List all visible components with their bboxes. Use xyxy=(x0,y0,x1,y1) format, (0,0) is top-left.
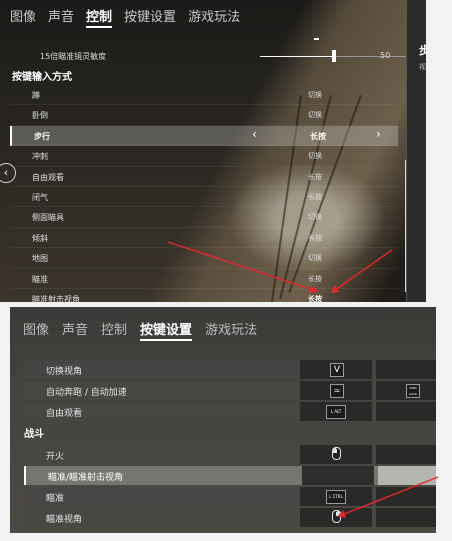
setting-label: 瞄准 xyxy=(32,274,48,284)
setting-label: 冲刺 xyxy=(32,152,48,162)
tab-keybindings[interactable]: 按键设置 xyxy=(140,319,193,341)
setting-label: 地图 xyxy=(32,254,48,264)
slider-value: 50 xyxy=(380,51,391,60)
setting-row-ads-view[interactable]: 瞄准射击视角 长按 xyxy=(10,289,398,302)
chevron-left-icon[interactable]: ‹ xyxy=(252,127,257,141)
secondary-key-slot[interactable] xyxy=(376,360,436,379)
tab-graphics[interactable]: 图像 xyxy=(23,319,49,341)
primary-key-slot[interactable] xyxy=(300,445,372,464)
keybind-row-auto-run[interactable]: 自动奔跑 / 自动加速 = NUM LOCK xyxy=(24,381,436,400)
setting-value[interactable]: 长按 xyxy=(310,131,326,142)
keybind-row-fire[interactable]: 开火 xyxy=(24,445,436,464)
secondary-key-slot[interactable]: NUM LOCK xyxy=(376,381,436,400)
tab-control[interactable]: 控制 xyxy=(101,319,127,341)
slider-label: 15倍瞄准镜灵敏度 xyxy=(40,52,107,61)
keybind-label: 开火 xyxy=(46,452,65,462)
secondary-key-slot[interactable] xyxy=(376,487,436,506)
keybind-label: 瞄准视角 xyxy=(46,515,83,525)
setting-row-crouch[interactable]: 蹲 切换 xyxy=(10,85,398,106)
setting-value[interactable]: 长按 xyxy=(308,274,322,284)
setting-label: 蹲 xyxy=(32,91,40,100)
secondary-key-slot[interactable] xyxy=(376,402,436,421)
key-cap: L ALT xyxy=(326,405,346,419)
setting-value[interactable]: 切换 xyxy=(308,212,322,222)
chevron-right-icon[interactable]: › xyxy=(376,127,381,141)
slider-marker xyxy=(314,38,319,40)
setting-value[interactable]: 切换 xyxy=(308,110,322,120)
primary-key-slot[interactable]: L CTRL xyxy=(300,487,372,506)
primary-key-slot[interactable] xyxy=(300,508,372,527)
setting-row-free-look[interactable]: 自由观看 长按 xyxy=(10,167,398,187)
key-cap: V xyxy=(330,363,344,377)
primary-key-slot[interactable]: L ALT xyxy=(300,402,372,421)
slider-fill xyxy=(260,56,334,57)
keybind-label: 自由观看 xyxy=(46,409,83,419)
setting-value[interactable]: 长按 xyxy=(308,172,322,182)
setting-value[interactable]: 长按 xyxy=(308,233,322,243)
secondary-key-slot[interactable] xyxy=(378,466,436,485)
keybind-row-aim-ads[interactable]: 瞄准/瞄准射击视角 xyxy=(24,466,436,485)
setting-value[interactable]: 切换 xyxy=(308,151,322,161)
setting-value[interactable]: 长按 xyxy=(308,192,322,202)
keybind-label: 自动奔跑 / 自动加速 xyxy=(46,388,127,398)
tab-audio[interactable]: 声音 xyxy=(48,6,74,28)
keybind-row-switch-view[interactable]: 切换视角 V xyxy=(24,360,436,379)
setting-row-walk[interactable]: 步行 ‹ 长按 › xyxy=(10,125,398,147)
keybind-row-free-look[interactable]: 自由观看 L ALT xyxy=(24,402,436,421)
setting-value[interactable]: 长按 xyxy=(308,294,322,302)
setting-label: 闭气 xyxy=(32,192,48,202)
keybind-label: 切换视角 xyxy=(46,367,83,377)
section-title-input-mode: 按键输入方式 xyxy=(12,72,72,83)
description-panel: 步 视 xyxy=(406,0,426,302)
description-text: 视 xyxy=(419,63,426,71)
setting-label: 自由观看 xyxy=(32,172,64,182)
secondary-key-slot[interactable] xyxy=(376,445,436,464)
primary-key-slot[interactable]: = xyxy=(300,381,372,400)
mouse-left-icon xyxy=(332,447,341,460)
scope-sensitivity-slider-row: 15倍瞄准镜灵敏度 50 xyxy=(40,49,408,63)
tab-control[interactable]: 控制 xyxy=(86,6,113,28)
setting-value[interactable]: 切换 xyxy=(308,253,322,263)
secondary-key-slot[interactable] xyxy=(376,508,436,527)
tab-gameplay[interactable]: 游戏玩法 xyxy=(188,6,240,28)
primary-key-slot[interactable]: V xyxy=(300,360,372,379)
setting-label: 侧面瞄具 xyxy=(32,213,64,223)
key-cap: L CTRL xyxy=(326,490,346,504)
setting-row-side-sight[interactable]: 侧面瞄具 切换 xyxy=(10,207,398,228)
tab-keybindings[interactable]: 按键设置 xyxy=(124,6,176,28)
keybinding-settings-panel: 图像 声音 控制 按键设置 游戏玩法 切换视角 V 自动奔跑 / 自动加速 = … xyxy=(10,307,436,533)
primary-key-slot[interactable] xyxy=(302,466,374,485)
slider-handle[interactable] xyxy=(332,50,336,62)
setting-label: 瞄准射击视角 xyxy=(32,294,80,302)
tab-audio[interactable]: 声音 xyxy=(62,319,88,341)
tab-gameplay[interactable]: 游戏玩法 xyxy=(205,319,257,341)
key-cap: NUM LOCK xyxy=(406,384,420,398)
setting-row-hold-breath[interactable]: 闭气 长按 xyxy=(10,187,398,208)
setting-row-map[interactable]: 地图 切换 xyxy=(10,248,398,269)
keybind-row-ads-view[interactable]: 瞄准视角 xyxy=(24,508,436,527)
setting-value[interactable]: 切换 xyxy=(308,90,322,100)
setting-row-aim[interactable]: 瞄准 长按 xyxy=(10,269,398,289)
tab-graphics[interactable]: 图像 xyxy=(10,6,36,28)
setting-label: 倾斜 xyxy=(32,233,48,243)
keybind-row-aim[interactable]: 瞄准 L CTRL xyxy=(24,487,436,506)
setting-row-lean[interactable]: 倾斜 长按 xyxy=(10,228,398,249)
setting-row-prone[interactable]: 卧倒 切换 xyxy=(10,105,398,126)
setting-label: 步行 xyxy=(34,131,50,141)
control-settings-panel: 图像 声音 控制 按键设置 游戏玩法 15倍瞄准镜灵敏度 50 按键输入方式 蹲… xyxy=(0,0,426,302)
keybind-label: 瞄准/瞄准射击视角 xyxy=(48,473,124,483)
settings-tabs: 图像 声音 控制 按键设置 游戏玩法 xyxy=(23,319,257,341)
input-mode-list: 蹲 切换 卧倒 切换 步行 ‹ 长按 › 冲刺 切换 自由观看 长按 闭气 长按… xyxy=(10,85,398,302)
settings-tabs: 图像 声音 控制 按键设置 游戏玩法 xyxy=(10,6,240,28)
setting-label: 卧倒 xyxy=(32,111,48,121)
keybind-label: 瞄准 xyxy=(46,494,65,504)
description-title: 步 xyxy=(419,44,426,57)
mouse-right-icon xyxy=(332,510,341,523)
section-title-combat: 战斗 xyxy=(24,429,44,440)
key-cap: = xyxy=(330,384,344,398)
setting-row-sprint[interactable]: 冲刺 切换 xyxy=(10,146,398,167)
